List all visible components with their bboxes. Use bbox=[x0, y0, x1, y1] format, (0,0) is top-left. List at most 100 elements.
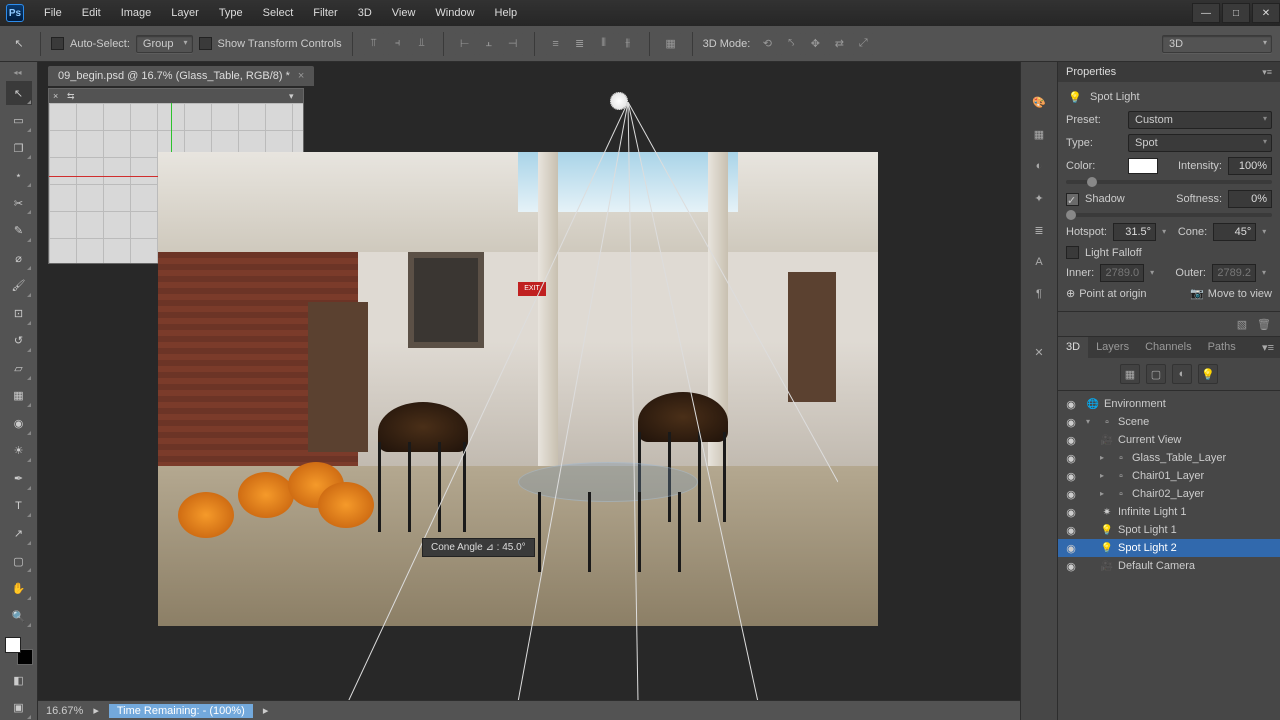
intensity-slider[interactable] bbox=[1066, 180, 1272, 184]
zoom-tool[interactable]: 🔍 bbox=[6, 604, 32, 629]
align-top-icon[interactable]: ⫪ bbox=[363, 33, 385, 55]
move-to-view-button[interactable]: 📷 Move to view bbox=[1190, 287, 1272, 300]
inner-stepper[interactable]: ▾ bbox=[1150, 268, 1160, 278]
toolbox-collapse[interactable]: ◂◂ bbox=[14, 68, 24, 78]
color-swatches[interactable] bbox=[5, 637, 33, 664]
sv-close-icon[interactable]: × bbox=[53, 91, 63, 101]
crop-tool[interactable]: ✂ bbox=[6, 191, 32, 216]
menu-filter[interactable]: Filter bbox=[303, 3, 347, 23]
hotspot-input[interactable]: 31.5° bbox=[1113, 223, 1156, 241]
menu-view[interactable]: View bbox=[382, 3, 426, 23]
tab-channels[interactable]: Channels bbox=[1137, 337, 1199, 358]
pen-tool[interactable]: ✒ bbox=[6, 466, 32, 491]
status-icon[interactable]: ▸ bbox=[93, 704, 99, 717]
color-dock-icon[interactable]: 🎨 bbox=[1027, 90, 1051, 114]
slide-icon[interactable]: ⇄ bbox=[828, 33, 850, 55]
preset-dropdown[interactable]: Custom bbox=[1128, 111, 1272, 129]
properties-tab[interactable]: Properties ▾≡ bbox=[1058, 62, 1280, 82]
tree-row[interactable]: ◉ 🎥 Default Camera bbox=[1058, 557, 1280, 575]
tree-row[interactable]: ◉ 🎥 Current View bbox=[1058, 431, 1280, 449]
visibility-eye-icon[interactable]: ◉ bbox=[1064, 506, 1078, 519]
dist-2-icon[interactable]: ≣ bbox=[569, 33, 591, 55]
transform-checkbox[interactable] bbox=[199, 37, 212, 50]
menu-layer[interactable]: Layer bbox=[161, 3, 209, 23]
sv-swap-icon[interactable]: ⇆ bbox=[67, 91, 77, 101]
tools-dock-icon[interactable]: ✕ bbox=[1027, 340, 1051, 364]
hotspot-stepper[interactable]: ▾ bbox=[1162, 227, 1172, 237]
tree-row[interactable]: ◉ ▾ ▫ Scene bbox=[1058, 413, 1280, 431]
marquee-tool[interactable]: ▭ bbox=[6, 108, 32, 133]
character-dock-icon[interactable]: A bbox=[1027, 250, 1051, 274]
visibility-eye-icon[interactable]: ◉ bbox=[1064, 524, 1078, 537]
orbit-icon[interactable]: ⟲ bbox=[756, 33, 778, 55]
visibility-eye-icon[interactable]: ◉ bbox=[1064, 434, 1078, 447]
layers-dock-icon[interactable]: ≣ bbox=[1027, 218, 1051, 242]
tree-row[interactable]: ◉ 💡 Spot Light 2 bbox=[1058, 539, 1280, 557]
tree-row[interactable]: ◉ 🌐 Environment bbox=[1058, 395, 1280, 413]
visibility-eye-icon[interactable]: ◉ bbox=[1064, 416, 1078, 429]
menu-edit[interactable]: Edit bbox=[72, 3, 111, 23]
expand-arrow-icon[interactable]: ▸ bbox=[1100, 471, 1110, 481]
menu-help[interactable]: Help bbox=[485, 3, 528, 23]
workspace-dropdown[interactable]: 3D bbox=[1162, 35, 1272, 53]
filter-meshes-icon[interactable]: ▢ bbox=[1146, 364, 1166, 384]
point-at-origin-button[interactable]: ⊕ Point at origin bbox=[1066, 287, 1146, 300]
paragraph-dock-icon[interactable]: ¶ bbox=[1027, 282, 1051, 306]
sv-menu-icon[interactable]: ▾ bbox=[289, 91, 299, 101]
canvas-area[interactable]: 09_begin.psd @ 16.7% (Glass_Table, RGB/8… bbox=[38, 62, 1020, 720]
type-tool[interactable]: T bbox=[6, 494, 32, 519]
tab-3d[interactable]: 3D bbox=[1058, 337, 1088, 358]
color-swatch[interactable] bbox=[1128, 158, 1158, 174]
adjustments-dock-icon[interactable]: ◐ bbox=[1027, 154, 1051, 178]
tree-row[interactable]: ◉ ▸ ▫ Chair01_Layer bbox=[1058, 467, 1280, 485]
align-left-icon[interactable]: ⊢ bbox=[454, 33, 476, 55]
render-settings-icon[interactable]: ▧ bbox=[1234, 316, 1250, 332]
wand-tool[interactable]: ⋆ bbox=[6, 163, 32, 188]
menu-file[interactable]: File bbox=[34, 3, 72, 23]
auto-select-dropdown[interactable]: Group bbox=[136, 35, 193, 53]
blur-tool[interactable]: ◉ bbox=[6, 411, 32, 436]
healing-tool[interactable]: ⌀ bbox=[6, 246, 32, 271]
cone-input[interactable]: 45° bbox=[1213, 223, 1256, 241]
tab-paths[interactable]: Paths bbox=[1200, 337, 1244, 358]
type-dropdown[interactable]: Spot bbox=[1128, 134, 1272, 152]
shadow-checkbox[interactable]: ✓ bbox=[1066, 193, 1079, 206]
panel-menu-icon[interactable]: ▾≡ bbox=[1262, 67, 1272, 78]
intensity-input[interactable]: 100% bbox=[1228, 157, 1272, 175]
align-right-icon[interactable]: ⊣ bbox=[502, 33, 524, 55]
tab-close-icon[interactable]: × bbox=[298, 70, 304, 82]
auto-select-checkbox[interactable] bbox=[51, 37, 64, 50]
styles-dock-icon[interactable]: ✦ bbox=[1027, 186, 1051, 210]
align-bottom-icon[interactable]: ⫫ bbox=[411, 33, 433, 55]
softness-input[interactable]: 0% bbox=[1228, 190, 1272, 208]
menu-image[interactable]: Image bbox=[111, 3, 162, 23]
align-hcenter-icon[interactable]: ⫠ bbox=[478, 33, 500, 55]
screenmode-tool[interactable]: ▣ bbox=[6, 695, 32, 720]
hand-tool[interactable]: ✋ bbox=[6, 576, 32, 601]
tree-row[interactable]: ◉ 💡 Spot Light 1 bbox=[1058, 521, 1280, 539]
history-brush-tool[interactable]: ↺ bbox=[6, 329, 32, 354]
inner-input[interactable]: 2789.0 bbox=[1100, 264, 1144, 282]
close-button[interactable]: ✕ bbox=[1252, 3, 1280, 23]
menu-select[interactable]: Select bbox=[253, 3, 304, 23]
filter-lights-icon[interactable]: 💡 bbox=[1198, 364, 1218, 384]
lasso-tool[interactable]: ❐ bbox=[6, 136, 32, 161]
tree-row[interactable]: ◉ ▸ ▫ Glass_Table_Layer bbox=[1058, 449, 1280, 467]
gradient-tool[interactable]: ▦ bbox=[6, 384, 32, 409]
outer-stepper[interactable]: ▾ bbox=[1262, 268, 1272, 278]
maximize-button[interactable]: □ bbox=[1222, 3, 1250, 23]
menu-type[interactable]: Type bbox=[209, 3, 253, 23]
panel-menu-icon[interactable]: ▾≡ bbox=[1256, 337, 1280, 358]
scale-icon[interactable]: ⤢ bbox=[852, 33, 874, 55]
document-tab[interactable]: 09_begin.psd @ 16.7% (Glass_Table, RGB/8… bbox=[48, 66, 314, 86]
path-tool[interactable]: ↗ bbox=[6, 521, 32, 546]
move-tool[interactable]: ↖ bbox=[6, 81, 32, 106]
expand-arrow-icon[interactable]: ▾ bbox=[1086, 417, 1096, 427]
dist-1-icon[interactable]: ≡ bbox=[545, 33, 567, 55]
pan-icon[interactable]: ✥ bbox=[804, 33, 826, 55]
brush-tool[interactable]: 🖌 bbox=[6, 274, 32, 299]
falloff-checkbox[interactable] bbox=[1066, 246, 1079, 259]
expand-arrow-icon[interactable]: ▸ bbox=[1100, 489, 1110, 499]
roll-icon[interactable]: ⤣ bbox=[780, 33, 802, 55]
trash-icon[interactable]: 🗑 bbox=[1256, 316, 1272, 332]
